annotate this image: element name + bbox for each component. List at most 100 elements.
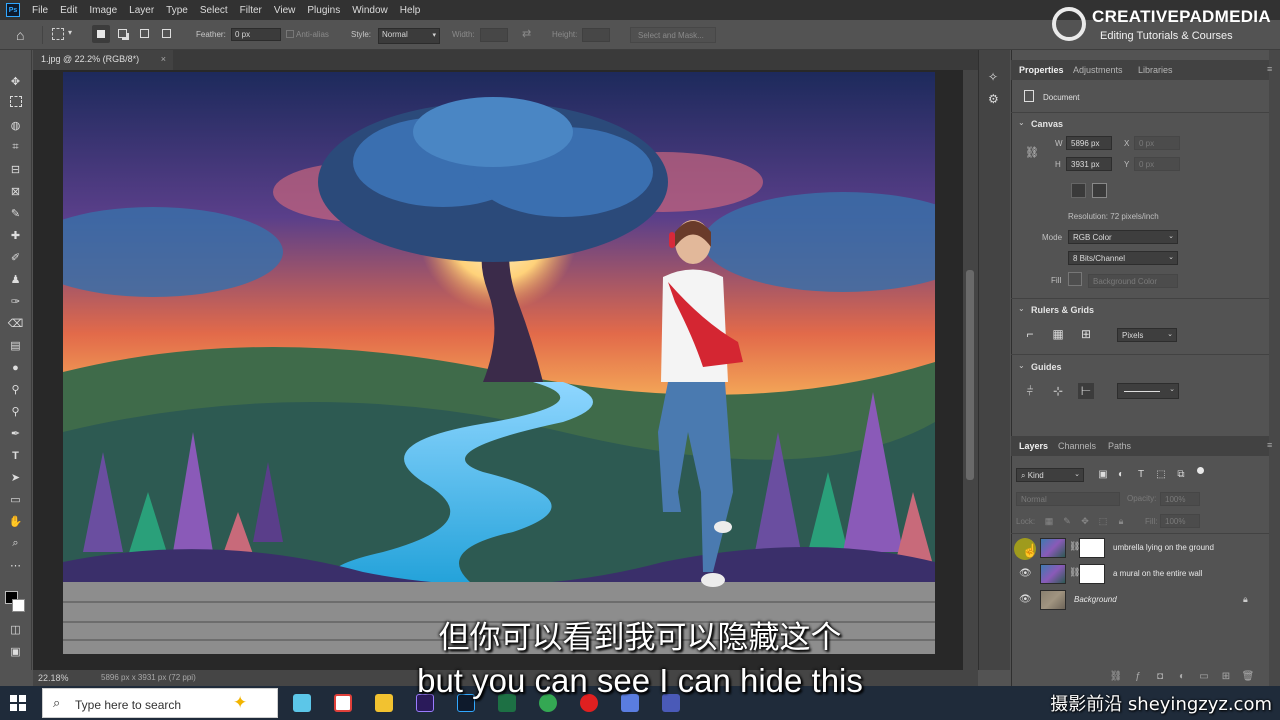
layer-name[interactable]: a mural on the entire wall bbox=[1113, 569, 1202, 578]
move-tool-icon[interactable]: ✥ bbox=[8, 74, 23, 89]
dodge-tool-icon[interactable]: ⚲ bbox=[8, 382, 23, 397]
tab-properties[interactable]: Properties bbox=[1019, 65, 1064, 75]
select-and-mask-button[interactable]: Select and Mask... bbox=[630, 27, 716, 43]
background-color-swatch[interactable] bbox=[12, 599, 25, 612]
intersect-selection-icon[interactable] bbox=[162, 29, 171, 38]
lock-transparent-pixels-icon[interactable]: ▦ bbox=[1041, 513, 1057, 529]
rectangular-marquee-tool-icon[interactable] bbox=[10, 96, 22, 107]
layer-mask-thumbnail[interactable] bbox=[1079, 564, 1105, 584]
layer-row[interactable]: ☝ ⛓ umbrella lying on the ground bbox=[1011, 535, 1269, 561]
eye-visibility-icon[interactable]: 👁︎ bbox=[1019, 568, 1032, 579]
menu-help[interactable]: Help bbox=[394, 5, 427, 16]
grid-icon[interactable]: ▦ bbox=[1050, 326, 1066, 342]
adjustment-layer-filter-icon[interactable]: ◐ bbox=[1113, 466, 1129, 482]
new-selection-button[interactable] bbox=[92, 25, 110, 43]
canvas-x-input[interactable]: 0 px bbox=[1134, 136, 1180, 150]
gradient-tool-icon[interactable]: ▤ bbox=[8, 338, 23, 353]
layer-thumbnail[interactable] bbox=[1040, 590, 1066, 610]
width-input[interactable] bbox=[480, 28, 508, 42]
history-panel-icon[interactable]: ✧ bbox=[988, 70, 998, 84]
menu-image[interactable]: Image bbox=[83, 5, 123, 16]
bit-depth-select[interactable]: 8 Bits/Channel ⌄ bbox=[1068, 251, 1178, 265]
menu-window[interactable]: Window bbox=[346, 5, 394, 16]
mode-select[interactable]: RGB Color ⌄ bbox=[1068, 230, 1178, 244]
home-icon[interactable]: ⌂ bbox=[16, 27, 24, 43]
panel-menu-icon[interactable]: ≡ bbox=[1267, 64, 1272, 74]
rectangle-tool-icon[interactable]: ▭ bbox=[8, 492, 23, 507]
link-icon[interactable]: ⛓ bbox=[1025, 146, 1039, 159]
add-guide-icon[interactable]: ⊹ bbox=[1050, 383, 1066, 399]
layer-fill-input[interactable]: 100% bbox=[1160, 514, 1200, 528]
tab-libraries[interactable]: Libraries bbox=[1138, 65, 1173, 75]
layer-name[interactable]: umbrella lying on the ground bbox=[1113, 543, 1214, 552]
frame-x-tool-icon[interactable]: ⊠ bbox=[8, 184, 23, 199]
pen-tool-icon[interactable]: ✒ bbox=[8, 426, 23, 441]
canvas-width-input[interactable]: 5896 px bbox=[1066, 136, 1112, 150]
add-to-selection-icon[interactable] bbox=[118, 29, 127, 38]
chevron-down-icon[interactable]: ⌄ bbox=[1018, 118, 1025, 127]
hand-tool-icon[interactable]: ✋ bbox=[8, 514, 23, 529]
crop-tool-icon[interactable]: ⌗ bbox=[8, 140, 23, 155]
pixel-layer-filter-icon[interactable]: ▣ bbox=[1095, 466, 1111, 482]
document-canvas[interactable] bbox=[63, 72, 935, 654]
more-tools-icon[interactable]: ⋯ bbox=[8, 558, 23, 573]
healing-brush-tool-icon[interactable]: ✚ bbox=[8, 228, 23, 243]
guide-layout-icon[interactable]: ⊢ bbox=[1078, 383, 1094, 399]
menu-edit[interactable]: Edit bbox=[54, 5, 83, 16]
chevron-down-icon[interactable]: ▾ bbox=[68, 28, 72, 37]
vertical-scroll-thumb[interactable] bbox=[966, 270, 974, 480]
menu-filter[interactable]: Filter bbox=[234, 5, 268, 16]
eye-visibility-icon[interactable]: 👁︎ bbox=[1019, 594, 1032, 605]
pixel-grid-icon[interactable]: ⊞ bbox=[1078, 326, 1094, 342]
layer-row[interactable]: 👁︎ ⛓ a mural on the entire wall bbox=[1011, 561, 1269, 587]
panel-menu-icon[interactable]: ≡ bbox=[1267, 440, 1272, 450]
object-selection-tool-icon[interactable]: ◍ bbox=[8, 118, 23, 133]
canvas-y-input[interactable]: 0 px bbox=[1134, 157, 1180, 171]
tab-adjustments[interactable]: Adjustments bbox=[1073, 65, 1123, 75]
brush-tool-icon[interactable]: ✐ bbox=[8, 250, 23, 265]
height-input[interactable] bbox=[582, 28, 610, 42]
layer-mask-thumbnail[interactable] bbox=[1079, 538, 1105, 558]
type-tool-icon[interactable]: T bbox=[8, 448, 23, 463]
adjustments-panel-icon[interactable]: ⚙ bbox=[988, 92, 999, 106]
lock-image-pixels-icon[interactable]: ✎ bbox=[1059, 513, 1075, 529]
tab-layers[interactable]: Layers bbox=[1019, 441, 1048, 451]
close-icon[interactable]: × bbox=[161, 54, 166, 64]
path-selection-tool-icon[interactable]: ➤ bbox=[8, 470, 23, 485]
fill-select[interactable]: Background Color bbox=[1088, 274, 1178, 288]
layer-name[interactable]: Background bbox=[1074, 595, 1117, 604]
menu-type[interactable]: Type bbox=[160, 5, 194, 16]
lock-artboard-icon[interactable]: ⬚ bbox=[1095, 513, 1111, 529]
layer-row[interactable]: 👁︎ Background 🔒︎ bbox=[1011, 587, 1269, 613]
units-select[interactable]: Pixels ⌄ bbox=[1117, 328, 1177, 342]
chevron-down-icon[interactable]: ⌄ bbox=[1018, 361, 1025, 370]
history-brush-tool-icon[interactable]: ✑ bbox=[8, 294, 23, 309]
panel-scrollbar[interactable] bbox=[1269, 50, 1280, 686]
guide-style-select[interactable]: ⌄ bbox=[1117, 383, 1179, 399]
frame-tool-icon[interactable]: ⊟ bbox=[8, 162, 23, 177]
filter-kind-select[interactable]: ⌕ Kind ⌄ bbox=[1016, 468, 1084, 482]
tab-channels[interactable]: Channels bbox=[1058, 441, 1096, 451]
lock-all-icon[interactable]: 🔒︎ bbox=[1113, 513, 1129, 529]
shape-layer-filter-icon[interactable]: ⬚ bbox=[1153, 466, 1169, 482]
portrait-orientation-button[interactable] bbox=[1071, 183, 1086, 198]
sponge-tool-icon[interactable]: ⚲ bbox=[8, 404, 23, 419]
smart-object-filter-icon[interactable]: ⧉ bbox=[1173, 466, 1189, 482]
marquee-tool-icon[interactable] bbox=[52, 28, 64, 40]
lock-position-icon[interactable]: ✥ bbox=[1077, 513, 1093, 529]
style-select[interactable]: Normal ▾ bbox=[378, 28, 440, 44]
fill-color-swatch[interactable] bbox=[1068, 272, 1082, 286]
menu-layer[interactable]: Layer bbox=[123, 5, 160, 16]
zoom-tool-icon[interactable]: ⌕ bbox=[8, 536, 23, 551]
subtract-selection-icon[interactable] bbox=[140, 29, 149, 38]
filter-toggle-icon[interactable] bbox=[1197, 467, 1204, 474]
type-layer-filter-icon[interactable]: T bbox=[1133, 466, 1149, 482]
clone-stamp-tool-icon[interactable]: ♟ bbox=[8, 272, 23, 287]
ruler-icon[interactable]: ⌐ bbox=[1022, 326, 1038, 342]
menu-select[interactable]: Select bbox=[194, 5, 234, 16]
eyedropper-tool-icon[interactable]: ✎ bbox=[8, 206, 23, 221]
feather-input[interactable]: 0 px bbox=[231, 28, 281, 41]
canvas-height-input[interactable]: 3931 px bbox=[1066, 157, 1112, 171]
tab-paths[interactable]: Paths bbox=[1108, 441, 1131, 451]
document-tab[interactable]: 1.jpg @ 22.2% (RGB/8*) × bbox=[33, 50, 173, 70]
